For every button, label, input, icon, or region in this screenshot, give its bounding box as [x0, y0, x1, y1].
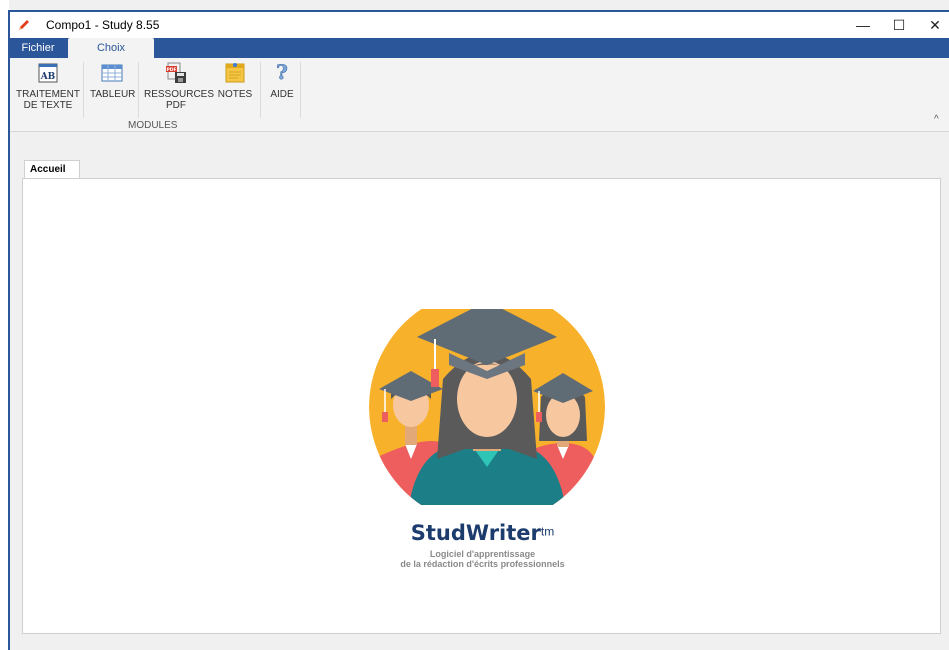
ribbon-separator — [138, 62, 139, 118]
title-bar[interactable]: Compo1 - Study 8.55 — ☐ ✕ — [10, 12, 949, 38]
ribbon-panel: AB TRAITEMENT DE TEXTE TABLEUR PDF RESSO… — [10, 58, 949, 132]
help-question-icon: ? — [276, 61, 288, 84]
graduates-illustration — [369, 289, 605, 525]
notes-button[interactable]: NOTES — [214, 61, 256, 100]
ribbon-separator — [300, 62, 301, 118]
ressources-pdf-button[interactable]: PDF RESSOURCES PDF — [144, 61, 215, 111]
collapse-ribbon-icon[interactable]: ^ — [934, 114, 939, 125]
traitement-de-texte-button[interactable]: AB TRAITEMENT DE TEXTE — [16, 61, 80, 111]
brand-trademark: tm — [540, 524, 555, 539]
maximize-button[interactable]: ☐ — [882, 12, 916, 38]
ribbon-separator — [83, 62, 84, 118]
traitement-label-line1: TRAITEMENT — [16, 89, 80, 100]
window-title: Compo1 - Study 8.55 — [46, 18, 160, 32]
minimize-icon: — — [856, 17, 870, 33]
svg-text:AB: AB — [40, 72, 56, 82]
tab-choix-modules[interactable]: Choix Modules — [68, 38, 154, 74]
ressources-label-line1: RESSOURCES — [144, 89, 215, 100]
traitement-label-line2: DE TEXTE — [23, 100, 73, 111]
brand-subtitle-line2: de la rédaction d'écrits professionnels — [400, 559, 565, 569]
aide-label: AIDE — [270, 89, 294, 100]
spreadsheet-icon — [101, 64, 123, 82]
ribbon-separator — [260, 62, 261, 118]
sticky-note-icon — [225, 63, 245, 83]
brand-block: StudWritertm — [23, 521, 942, 545]
ressources-label-line2: PDF — [166, 100, 186, 111]
brand-subtitle-line1: Logiciel d'apprentissage — [429, 549, 536, 559]
minimize-button[interactable]: — — [846, 12, 880, 38]
close-button[interactable]: ✕ — [918, 12, 949, 38]
maximize-icon: ☐ — [892, 16, 906, 33]
tableur-button[interactable]: TABLEUR — [90, 61, 136, 100]
close-icon: ✕ — [929, 16, 941, 33]
tableur-label: TABLEUR — [90, 89, 136, 100]
tab-accueil[interactable]: Accueil — [24, 160, 80, 179]
modules-group-label: MODULES — [128, 120, 178, 131]
brand-name: StudWriter — [410, 521, 541, 545]
ribbon-tab-bar: Fichier Choix Modules — [10, 38, 949, 74]
app-window: Compo1 - Study 8.55 — ☐ ✕ Fichier Choix … — [0, 0, 949, 650]
aide-button[interactable]: ? AIDE — [264, 61, 300, 100]
notes-label: NOTES — [217, 89, 253, 100]
text-ab-icon: AB — [38, 63, 58, 83]
studwriter-logo-illustration — [369, 289, 605, 525]
pdf-save-icon: PDF — [166, 62, 186, 83]
svg-text:?: ? — [276, 61, 288, 84]
home-content-panel: StudWritertm Logiciel d'apprentissage de… — [22, 178, 941, 634]
tab-fichier[interactable]: Fichier — [10, 38, 66, 58]
pencil-app-icon — [19, 20, 29, 30]
